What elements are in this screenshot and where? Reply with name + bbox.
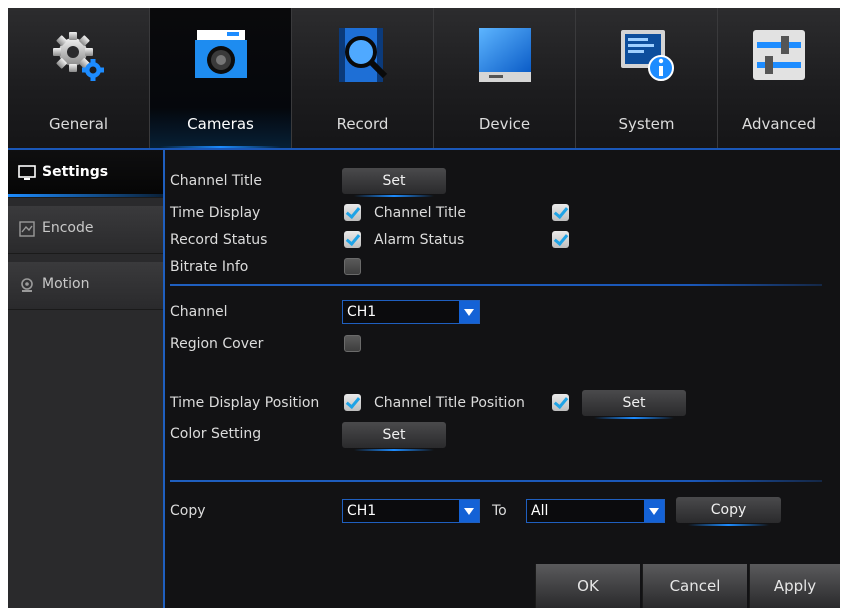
record-status-label: Record Status <box>170 232 268 248</box>
region-cover-checkbox[interactable] <box>344 335 361 352</box>
tab-record[interactable]: Record <box>292 8 434 150</box>
color-setting-set-button[interactable]: Set <box>342 422 446 451</box>
copy-from-select[interactable]: CH1 <box>342 499 480 523</box>
tab-general[interactable]: General <box>8 8 150 150</box>
sidebar-item-settings[interactable]: Settings <box>8 150 163 198</box>
bitrate-info-checkbox[interactable] <box>344 258 361 275</box>
tab-label: Device <box>478 115 531 133</box>
channel-title-label: Channel Title <box>170 173 262 189</box>
tab-system[interactable]: System <box>576 8 718 150</box>
color-setting-label: Color Setting <box>170 426 262 442</box>
time-display-position-label: Time Display Position <box>170 395 320 411</box>
tab-label: Cameras <box>187 115 254 133</box>
sidebar-item-label: Motion <box>42 276 90 292</box>
channel-select-value: CH1 <box>347 304 377 320</box>
copy-button[interactable]: Copy <box>676 497 781 526</box>
sidebar-item-label: Encode <box>42 220 94 236</box>
tab-label: General <box>48 115 109 133</box>
camera-icon <box>194 30 247 78</box>
record-status-checkbox[interactable] <box>344 231 361 248</box>
copy-label: Copy <box>170 503 206 519</box>
tab-label: Advanced <box>741 115 817 133</box>
channel-title-checkbox[interactable] <box>552 204 569 221</box>
channel-label: Channel <box>170 304 228 320</box>
channel-title-position-label: Channel Title Position <box>374 395 525 411</box>
tab-device[interactable]: Device <box>434 8 576 150</box>
time-display-checkbox[interactable] <box>344 204 361 221</box>
section-divider <box>170 480 822 482</box>
alarm-status-checkbox[interactable] <box>552 231 569 248</box>
position-set-button[interactable]: Set <box>582 390 686 419</box>
channel-select[interactable]: CH1 <box>342 300 480 324</box>
monitor-icon <box>18 165 36 180</box>
copy-to-value: All <box>531 503 549 519</box>
apply-button[interactable]: Apply <box>749 564 840 608</box>
chevron-down-icon <box>644 500 664 522</box>
bitrate-info-label: Bitrate Info <box>170 259 249 275</box>
hard-drive-icon <box>478 28 531 82</box>
tab-advanced[interactable]: Advanced <box>718 8 840 150</box>
tab-label: System <box>618 115 675 133</box>
alarm-status-label: Alarm Status <box>374 232 465 248</box>
chevron-down-icon <box>459 500 479 522</box>
cancel-button[interactable]: Cancel <box>642 564 747 608</box>
settings-panel: Channel Title Set Time Display Channel T… <box>165 150 840 608</box>
channel-title-position-checkbox[interactable] <box>552 394 569 411</box>
tab-label: Record <box>336 115 389 133</box>
copy-from-value: CH1 <box>347 503 377 519</box>
main-tab-bar: General Cameras Record Device System Adv… <box>8 8 840 150</box>
sidebar: Settings Encode Motion <box>8 150 163 608</box>
sliders-icon <box>753 30 805 80</box>
tab-cameras[interactable]: Cameras <box>150 8 292 150</box>
motion-pin-icon <box>21 278 33 292</box>
sidebar-item-label: Settings <box>42 164 109 180</box>
gear-icon <box>52 32 104 81</box>
time-display-position-checkbox[interactable] <box>344 394 361 411</box>
region-cover-label: Region Cover <box>170 336 264 352</box>
to-label: To <box>492 503 507 519</box>
record-search-icon <box>338 28 387 82</box>
copy-to-select[interactable]: All <box>526 499 665 523</box>
channel-title-set-button[interactable]: Set <box>342 168 446 197</box>
camera-settings-window: General Cameras Record Device System Adv… <box>8 8 840 608</box>
system-info-icon <box>620 30 674 81</box>
section-divider <box>170 284 822 286</box>
sidebar-item-encode[interactable]: Encode <box>8 206 163 254</box>
time-display-label: Time Display <box>170 205 261 221</box>
ok-button[interactable]: OK <box>535 564 640 608</box>
encode-icon <box>19 221 35 237</box>
sidebar-item-motion[interactable]: Motion <box>8 262 163 310</box>
channel-title-check-label: Channel Title <box>374 205 466 221</box>
chevron-down-icon <box>459 301 479 323</box>
